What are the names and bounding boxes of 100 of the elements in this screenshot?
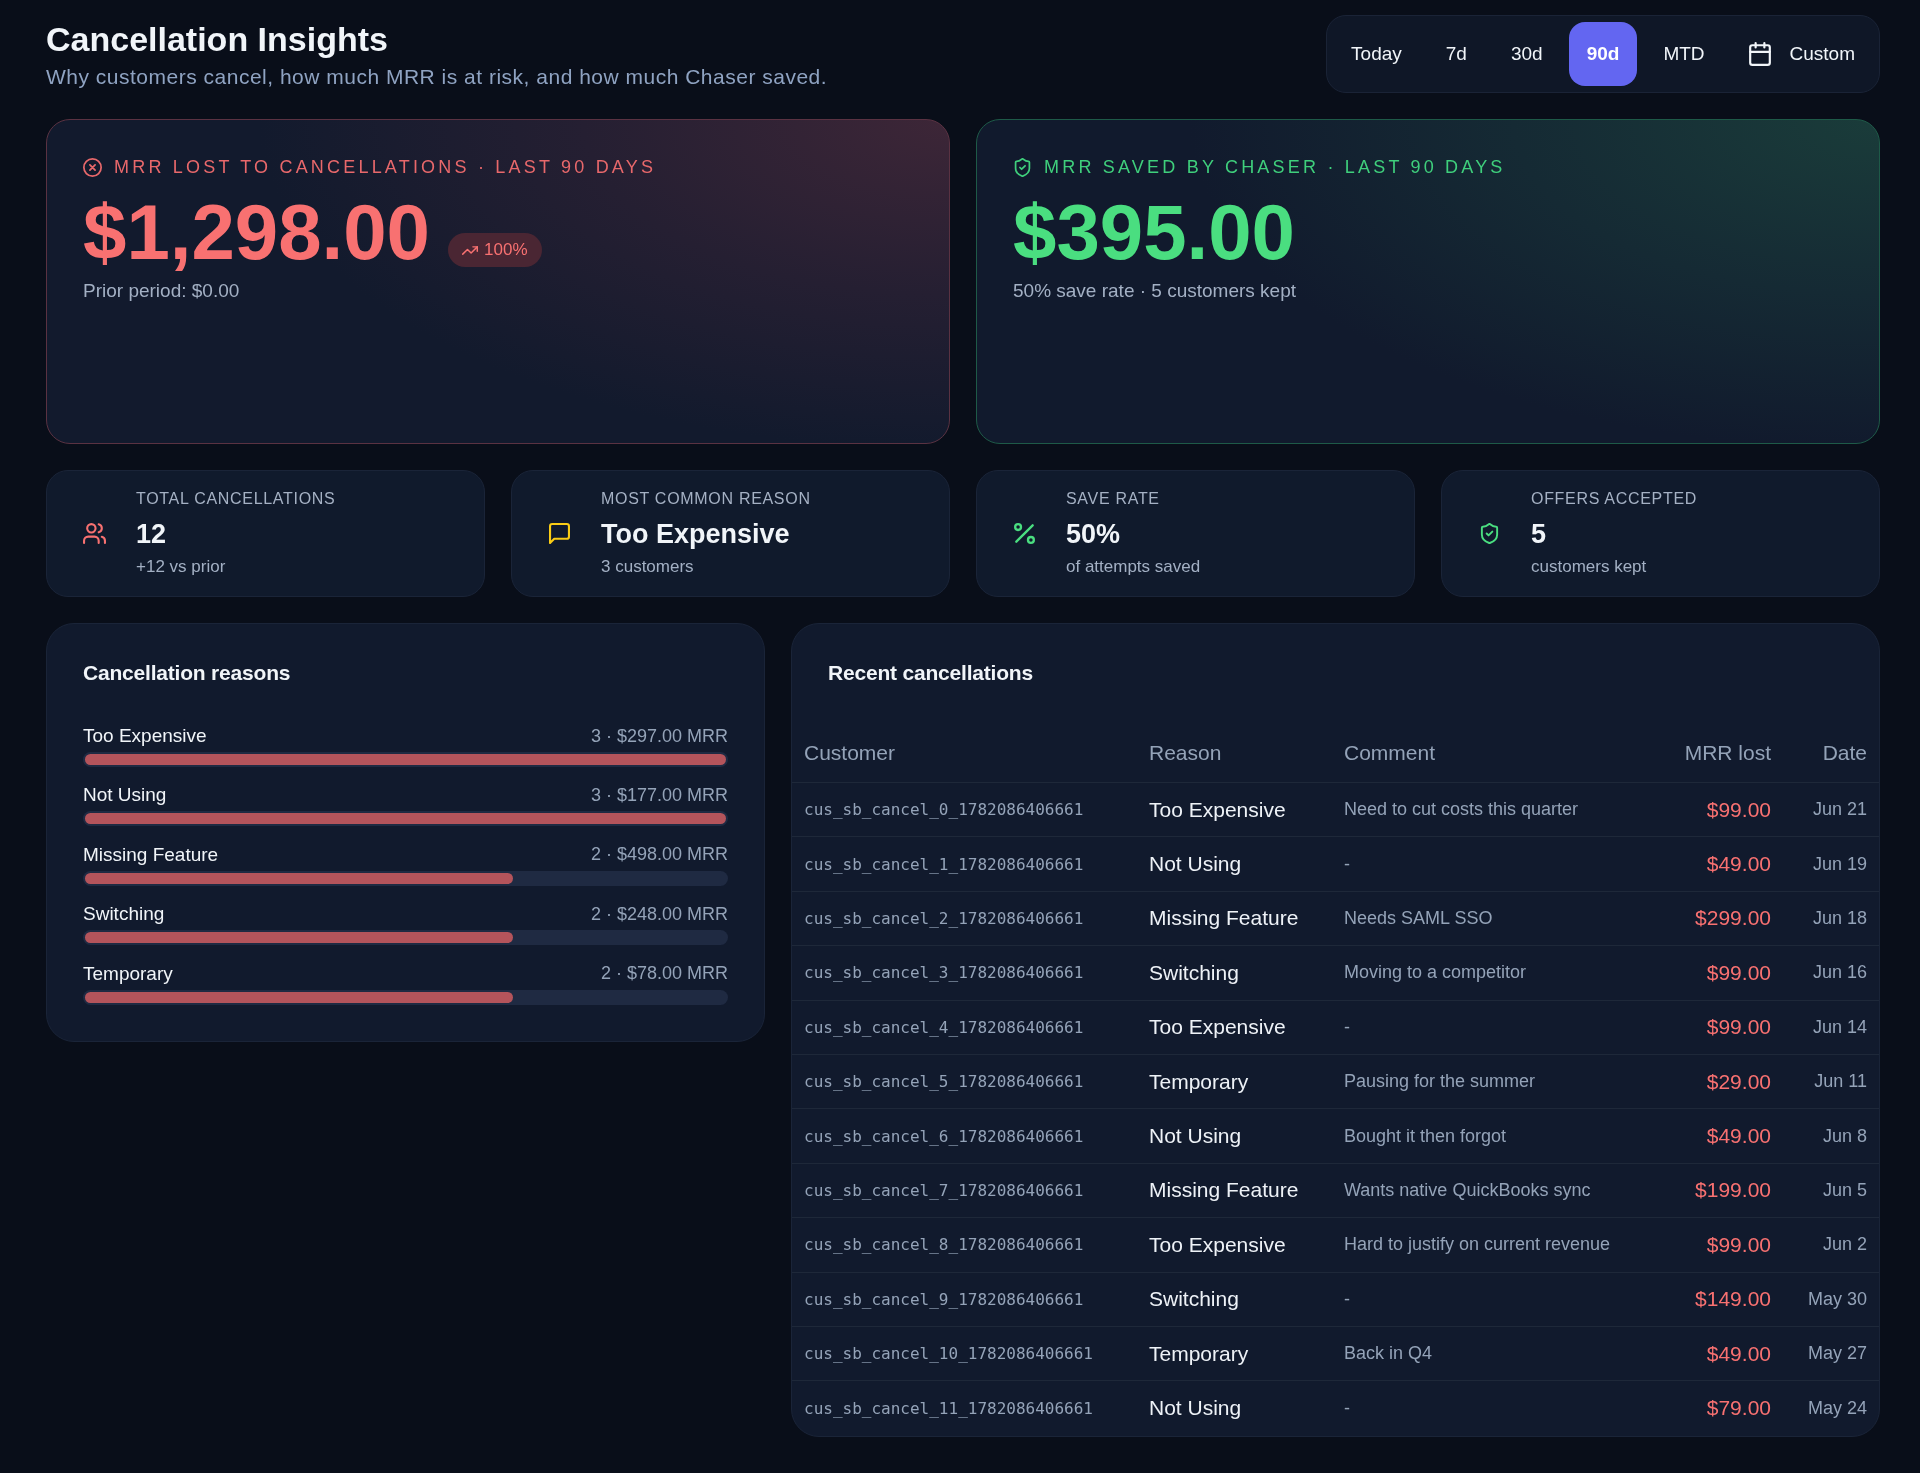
metric-value: $1,298.00 bbox=[83, 193, 430, 271]
reason-summary: 3 · $297.00 MRR bbox=[590, 725, 728, 747]
table-cell-text: Temporary bbox=[1148, 1069, 1250, 1094]
page-subtitle: Why customers cancel, how much MRR is at risk, and how much Chaser saved. bbox=[46, 65, 828, 89]
table-cell-text: Too Expensive bbox=[1148, 797, 1287, 822]
table-cell-text: Temporary bbox=[1148, 1341, 1250, 1366]
table-cell-text: Too Expensive bbox=[1148, 1232, 1287, 1257]
table-cell-text: $79.00 bbox=[1705, 1396, 1772, 1421]
shield-check-icon bbox=[1478, 523, 1501, 544]
range-tab[interactable]: 90d bbox=[1568, 22, 1638, 86]
page-title: Cancellation Insights bbox=[46, 19, 389, 59]
table-cell-text: $99.00 bbox=[1705, 797, 1772, 822]
metric-label: MRR LOST TO CANCELLATIONS · LAST 90 DAYS bbox=[114, 156, 657, 178]
metric-note: 50% save rate · 5 customers kept bbox=[1013, 279, 1297, 303]
table-cell-text: Switching bbox=[1148, 1287, 1240, 1312]
reason-label: Not Using bbox=[83, 784, 167, 807]
chat-bubble-icon bbox=[548, 523, 571, 544]
table-cell-text: Jun 14 bbox=[1811, 1016, 1868, 1038]
stat-note: 3 customers bbox=[601, 556, 695, 578]
table-cell-text: $99.00 bbox=[1705, 960, 1772, 985]
column-header: Reason bbox=[1148, 740, 1223, 766]
percent-icon bbox=[1013, 523, 1036, 544]
x-circle-icon bbox=[83, 157, 102, 177]
panel-title: Cancellation reasons bbox=[83, 660, 292, 686]
table-cell-text: - bbox=[1343, 1398, 1351, 1419]
calendar-icon bbox=[1748, 42, 1771, 66]
table-cell-text: Jun 21 bbox=[1811, 799, 1868, 821]
table-cell-text: cus_sb_cancel_11_1782086406661 bbox=[803, 1399, 1094, 1418]
metric-value: $395.00 bbox=[1013, 193, 1295, 271]
table-cell-text: $199.00 bbox=[1694, 1178, 1772, 1203]
table-cell-text: cus_sb_cancel_5_1782086406661 bbox=[803, 1072, 1085, 1092]
table-cell-text: Jun 5 bbox=[1821, 1179, 1868, 1201]
stat-value: 12 bbox=[136, 518, 168, 550]
shield-check-icon bbox=[1013, 157, 1032, 177]
table-cell-text: cus_sb_cancel_6_1782086406661 bbox=[803, 1126, 1085, 1146]
table-cell-text: Wants native QuickBooks sync bbox=[1343, 1179, 1592, 1201]
metric-label: MRR SAVED BY CHASER · LAST 90 DAYS bbox=[1044, 156, 1506, 178]
table-cell-text: $99.00 bbox=[1705, 1232, 1772, 1257]
table-cell-text: $49.00 bbox=[1705, 1341, 1772, 1366]
range-tab[interactable]: Custom bbox=[1730, 22, 1873, 86]
table-cell-text: May 30 bbox=[1806, 1288, 1868, 1310]
table-cell-text: $29.00 bbox=[1705, 1069, 1772, 1094]
table-cell-text: May 24 bbox=[1806, 1398, 1868, 1419]
stat-note: of attempts saved bbox=[1066, 556, 1201, 578]
stat-note: +12 vs prior bbox=[136, 556, 227, 578]
table-cell-text: cus_sb_cancel_7_1782086406661 bbox=[803, 1180, 1085, 1200]
table-cell-text: $99.00 bbox=[1705, 1015, 1772, 1040]
reason-summary: 2 · $78.00 MRR bbox=[600, 963, 728, 985]
reason-label: Temporary bbox=[83, 962, 173, 985]
table-cell-text: cus_sb_cancel_9_1782086406661 bbox=[803, 1289, 1085, 1309]
table-cell-text: Switching bbox=[1148, 960, 1240, 985]
column-header: Customer bbox=[803, 740, 897, 766]
table-cell-text: cus_sb_cancel_3_1782086406661 bbox=[803, 963, 1085, 983]
range-tab[interactable]: 30d bbox=[1492, 22, 1561, 86]
panel-title: Recent cancellations bbox=[827, 660, 1034, 686]
table-cell-text: Need to cut costs this quarter bbox=[1343, 799, 1580, 821]
trend-up-icon bbox=[462, 245, 478, 255]
stat-label: SAVE RATE bbox=[1066, 489, 1161, 509]
table-cell-text: Moving to a competitor bbox=[1343, 962, 1528, 984]
reason-summary: 2 · $248.00 MRR bbox=[590, 903, 728, 925]
table-cell-text: cus_sb_cancel_4_1782086406661 bbox=[803, 1017, 1085, 1037]
range-tab[interactable]: Today bbox=[1333, 22, 1420, 86]
table-cell-text: Jun 11 bbox=[1813, 1071, 1868, 1093]
table-cell-text: $299.00 bbox=[1694, 906, 1772, 931]
change-percent: 100% bbox=[484, 240, 528, 260]
table-cell-text: Jun 16 bbox=[1811, 962, 1868, 984]
metric-note: Prior period: $0.00 bbox=[83, 279, 241, 303]
table-cell-text: $149.00 bbox=[1694, 1287, 1772, 1312]
table-cell-text: cus_sb_cancel_10_1782086406661 bbox=[803, 1344, 1094, 1364]
reason-summary: 3 · $177.00 MRR bbox=[590, 784, 728, 806]
table-cell-text: Bought it then forgot bbox=[1343, 1125, 1508, 1147]
table-cell-text: Not Using bbox=[1148, 852, 1243, 877]
column-header: MRR lost bbox=[1683, 740, 1772, 766]
table-cell-text: Missing Feature bbox=[1148, 1178, 1300, 1203]
table-cell-text: Needs SAML SSO bbox=[1343, 907, 1494, 929]
reason-label: Too Expensive bbox=[83, 725, 207, 747]
table-cell-text: Missing Feature bbox=[1148, 906, 1300, 931]
stat-value: 50% bbox=[1066, 518, 1122, 550]
table-cell-text: Too Expensive bbox=[1148, 1015, 1287, 1040]
table-cell-text: Jun 2 bbox=[1821, 1234, 1868, 1256]
table-cell-text: - bbox=[1343, 1016, 1351, 1038]
reason-label: Switching bbox=[83, 903, 165, 926]
stat-note: customers kept bbox=[1531, 556, 1648, 578]
column-header: Comment bbox=[1343, 740, 1437, 766]
table-cell-text: Back in Q4 bbox=[1343, 1343, 1434, 1365]
table-cell-text: - bbox=[1343, 853, 1351, 875]
table-cell-text: Not Using bbox=[1148, 1396, 1243, 1421]
stat-label: TOTAL CANCELLATIONS bbox=[136, 489, 336, 509]
table-cell-text: Jun 8 bbox=[1821, 1125, 1868, 1147]
stat-label: OFFERS ACCEPTED bbox=[1531, 489, 1698, 509]
table-cell-text: Pausing for the summer bbox=[1343, 1071, 1537, 1093]
column-header: Date bbox=[1821, 740, 1868, 766]
table-cell-text: cus_sb_cancel_8_1782086406661 bbox=[803, 1235, 1085, 1255]
table-cell-text: Hard to justify on current revenue bbox=[1343, 1234, 1612, 1256]
table-cell-text: Jun 19 bbox=[1811, 853, 1868, 875]
range-tab[interactable]: 7d bbox=[1427, 22, 1485, 86]
range-tab[interactable]: MTD bbox=[1645, 22, 1723, 86]
stat-value: 5 bbox=[1531, 518, 1548, 550]
table-cell-text: cus_sb_cancel_1_1782086406661 bbox=[803, 854, 1085, 874]
reason-summary: 2 · $498.00 MRR bbox=[590, 844, 728, 866]
